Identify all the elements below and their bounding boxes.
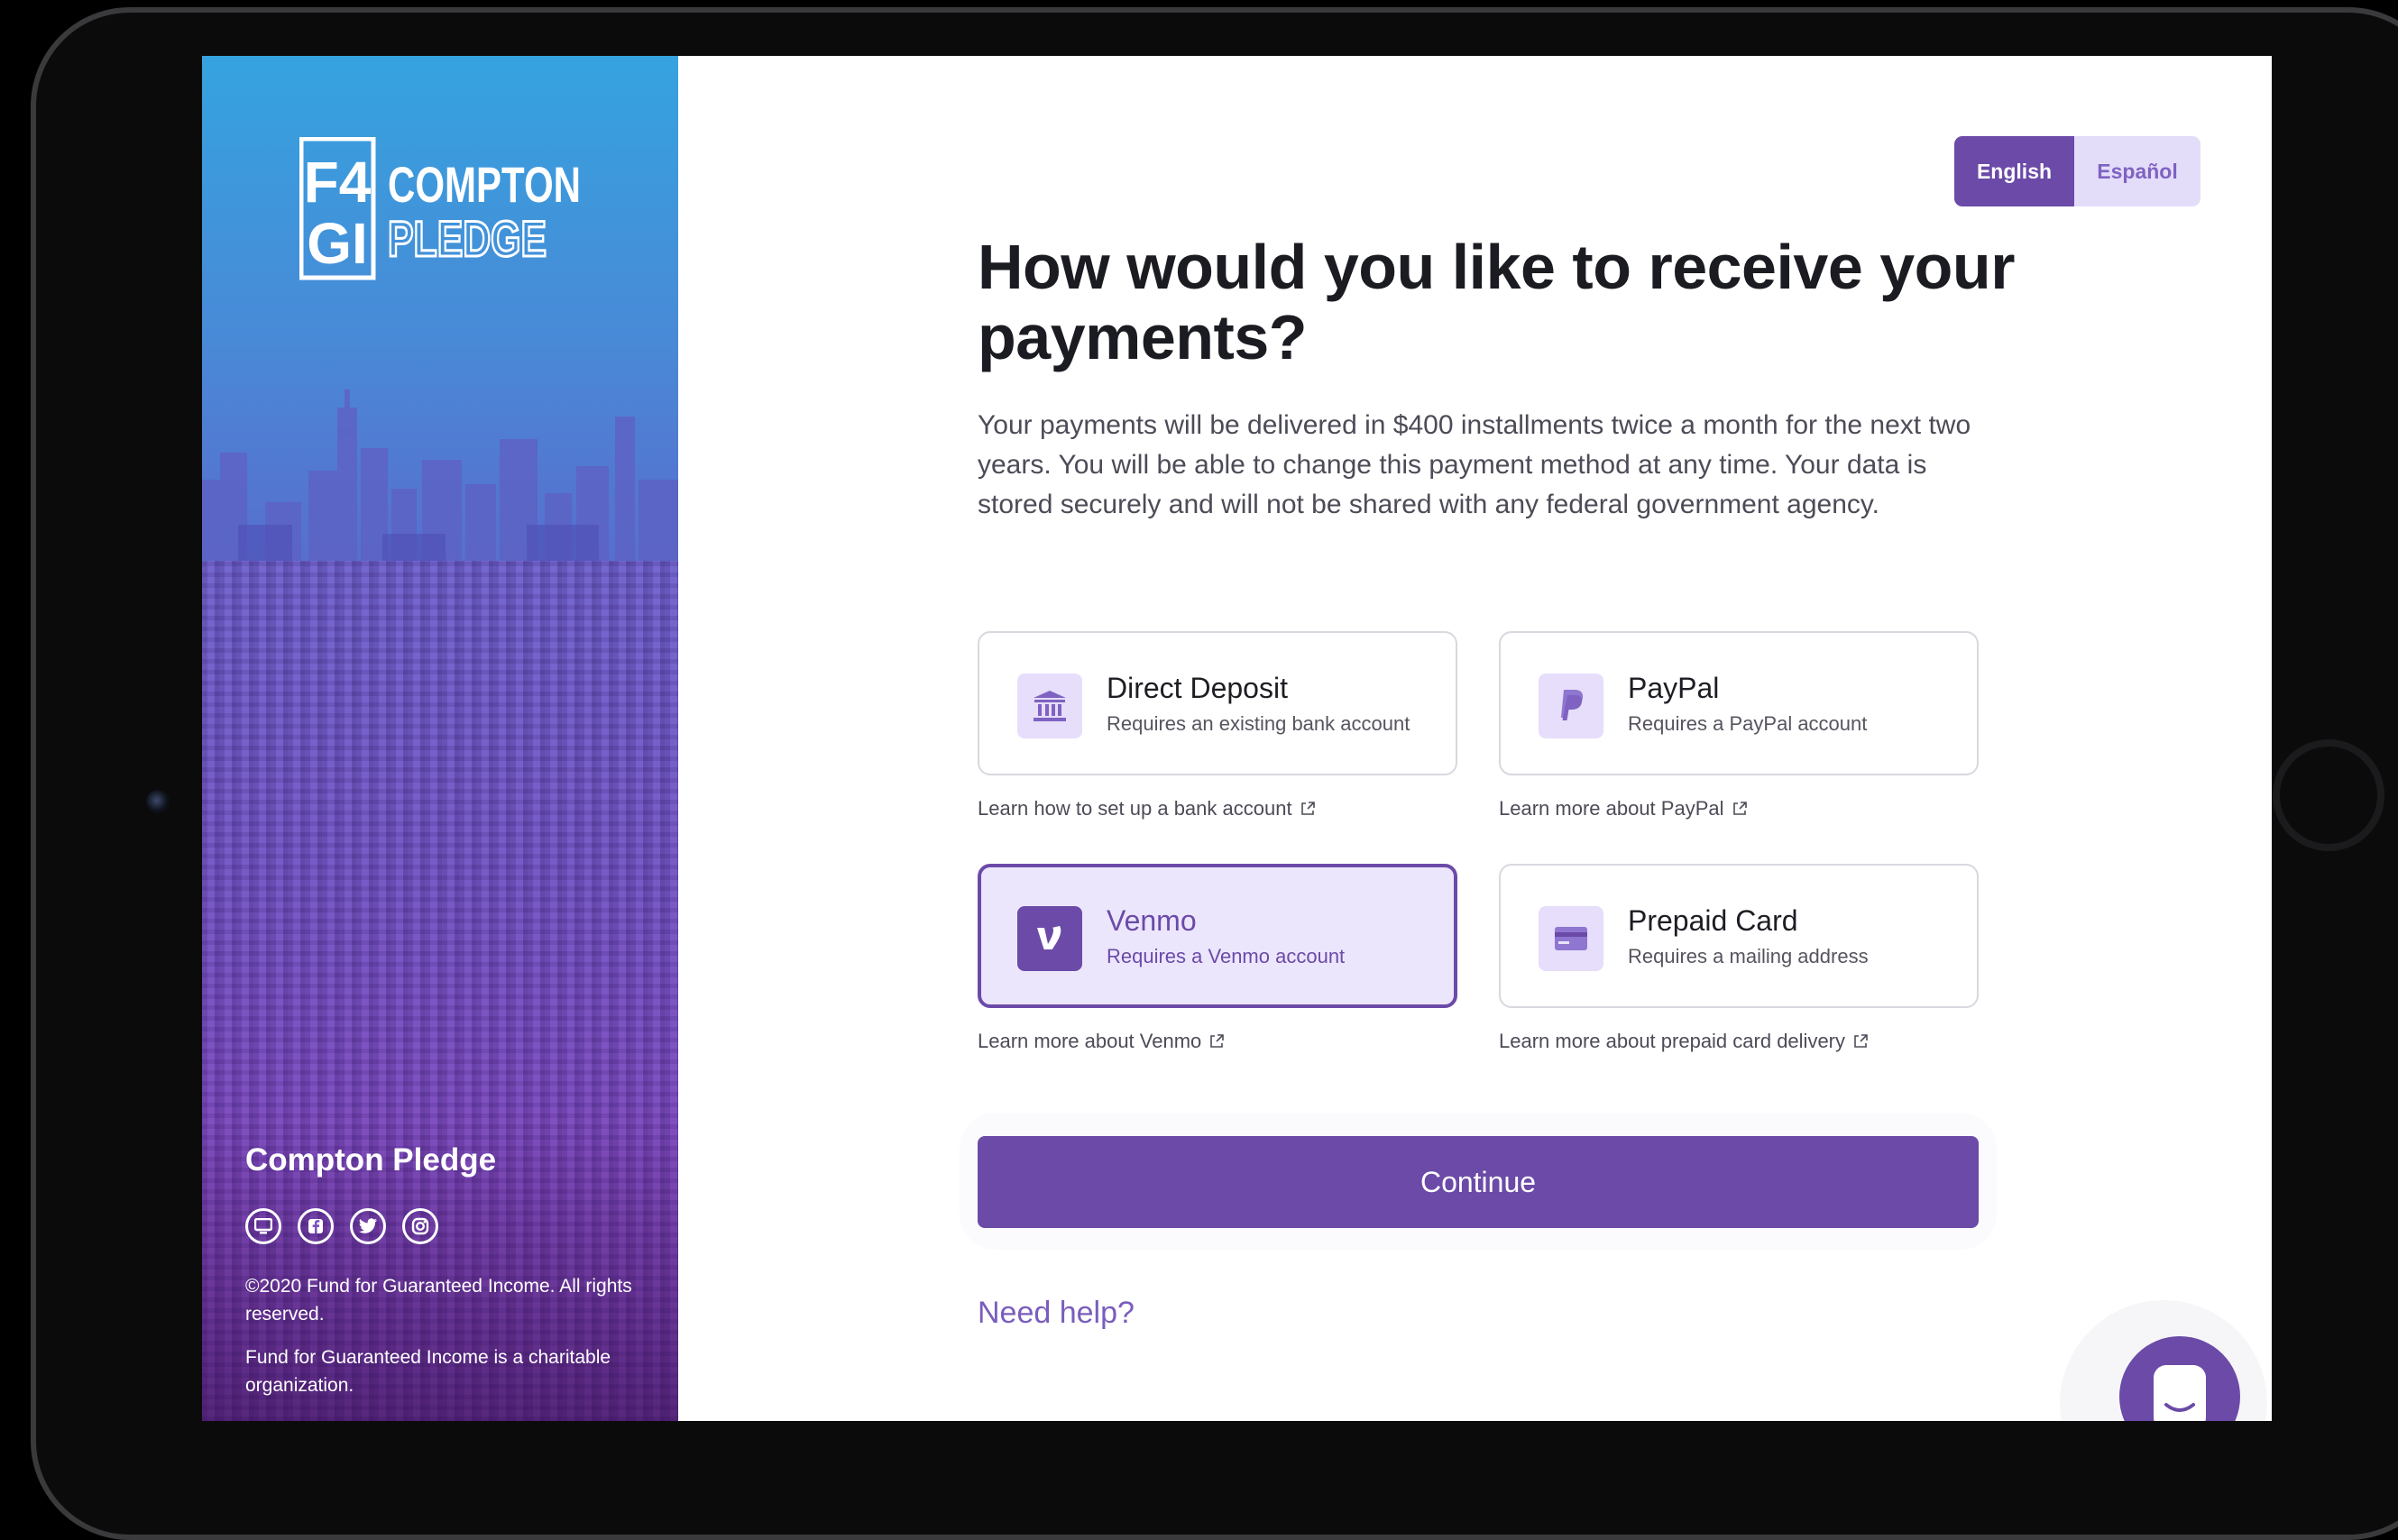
need-help-link[interactable]: Need help? (978, 1296, 1135, 1331)
screen: F4 GI COMPTON PLEDGE Compton Pledge ©202… (202, 56, 2272, 1421)
option-venmo[interactable]: Venmo Requires a Venmo account (978, 864, 1457, 1008)
option-title: Venmo (1107, 904, 1197, 937)
venmo-icon (1017, 906, 1082, 971)
espanol-button[interactable]: Español (2074, 136, 2200, 206)
option-subtitle: Requires a PayPal account (1628, 712, 1868, 735)
learn-link-bank[interactable]: Learn how to set up a bank account (978, 797, 1316, 820)
option-title: PayPal (1628, 672, 1720, 704)
page-title: How would you like to receive your payme… (978, 232, 2015, 372)
bank-icon (1017, 674, 1082, 738)
option-paypal[interactable]: PayPal Requires a PayPal account (1499, 631, 1979, 775)
learn-link-venmo[interactable]: Learn more about Venmo (978, 1030, 1225, 1053)
option-title: Prepaid Card (1628, 904, 1798, 937)
social-links (245, 1208, 438, 1244)
copyright-text: ©2020 Fund for Guaranteed Income. All ri… (245, 1276, 632, 1325)
external-link-icon (1210, 1034, 1225, 1048)
external-link-icon (1732, 802, 1747, 815)
charity-note: Fund for Guaranteed Income is a charitab… (245, 1347, 611, 1396)
twitter-icon[interactable] (350, 1208, 386, 1244)
facebook-icon[interactable] (298, 1208, 334, 1244)
external-link-icon (1300, 802, 1315, 815)
option-title: Direct Deposit (1107, 672, 1288, 704)
option-subtitle: Requires a mailing address (1628, 945, 1869, 967)
website-icon[interactable] (245, 1208, 281, 1244)
compton-pledge-logo: F4 GI COMPTON PLEDGE (299, 137, 581, 280)
language-toggle: English Español (1954, 136, 2200, 206)
option-direct-deposit[interactable]: Direct Deposit Requires an existing bank… (978, 631, 1457, 775)
learn-link-text: Learn how to set up a bank account (978, 797, 1292, 820)
option-prepaid-card[interactable]: Prepaid Card Requires a mailing address (1499, 864, 1979, 1008)
option-subtitle: Requires an existing bank account (1107, 712, 1410, 735)
chat-icon (2154, 1365, 2206, 1421)
card-icon (1539, 906, 1603, 971)
sidebar: F4 GI COMPTON PLEDGE Compton Pledge ©202… (202, 56, 678, 1421)
instagram-icon[interactable] (402, 1208, 438, 1244)
continue-button[interactable]: Continue (978, 1136, 1979, 1228)
option-subtitle: Requires a Venmo account (1107, 945, 1346, 967)
english-button[interactable]: English (1954, 136, 2074, 206)
learn-link-paypal[interactable]: Learn more about PayPal (1499, 797, 1748, 820)
page-description: Your payments will be delivered in $400 … (978, 410, 1971, 519)
svg-text:GI: GI (307, 211, 368, 276)
home-button (2273, 739, 2384, 851)
org-name: Compton Pledge (245, 1142, 497, 1178)
learn-link-text: Learn more about prepaid card delivery (1499, 1030, 1846, 1052)
front-camera (146, 790, 170, 813)
learn-link-prepaid-card[interactable]: Learn more about prepaid card delivery (1499, 1030, 1869, 1053)
svg-text:COMPTON: COMPTON (388, 156, 581, 213)
paypal-icon (1539, 674, 1603, 738)
svg-text:F4: F4 (304, 150, 372, 215)
learn-link-text: Learn more about Venmo (978, 1030, 1202, 1052)
svg-text:PLEDGE: PLEDGE (388, 210, 547, 267)
learn-link-text: Learn more about PayPal (1499, 797, 1724, 820)
external-link-icon (1854, 1034, 1868, 1048)
